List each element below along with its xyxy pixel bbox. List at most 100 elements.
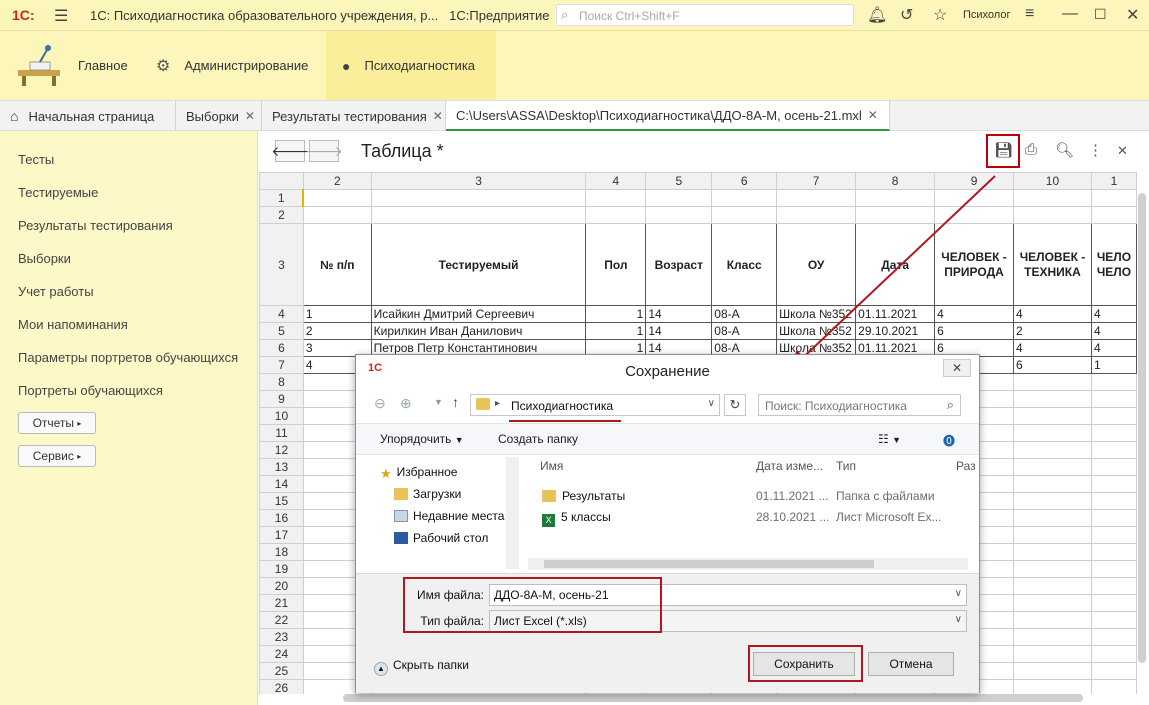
refresh-button[interactable]: ↻: [724, 394, 746, 416]
column-name[interactable]: Имя: [540, 459, 563, 473]
service-button[interactable]: Сервис ▸: [18, 445, 96, 467]
new-folder-button[interactable]: Создать папку: [498, 432, 578, 446]
bell-icon[interactable]: 🔔︎: [867, 5, 887, 25]
row-header[interactable]: 3: [259, 223, 304, 306]
print-icon[interactable]: ⎙: [1025, 141, 1037, 158]
cell[interactable]: 6: [1013, 356, 1092, 374]
forward-button[interactable]: 🡒: [305, 140, 343, 162]
sidebar-item-work-log[interactable]: Учет работы: [18, 284, 94, 299]
sidebar-item-portraits[interactable]: Портреты обучающихся: [18, 383, 163, 398]
cell[interactable]: 14: [645, 322, 713, 340]
header-cell[interactable]: ОУ: [776, 223, 857, 306]
section-psychodiagnostics[interactable]: ● Психодиагностика: [326, 31, 496, 100]
cell[interactable]: 1: [302, 305, 372, 323]
row-header[interactable]: 6: [259, 339, 304, 357]
tab-results[interactable]: Результаты тестирования ✕: [262, 101, 446, 131]
header-cell[interactable]: Возраст: [645, 223, 713, 306]
save-icon[interactable]: 💾︎: [994, 141, 1013, 159]
cell[interactable]: 08-А: [711, 305, 778, 323]
address-bar[interactable]: ▸ Психодиагностика ∨: [470, 394, 720, 416]
column-size[interactable]: Раз: [956, 459, 976, 473]
column-header[interactable]: 2: [302, 172, 372, 190]
user-name[interactable]: Психолог: [963, 9, 1010, 21]
print-preview-icon[interactable]: 🔍︎: [1055, 141, 1074, 159]
header-cell[interactable]: № п/п: [302, 223, 372, 306]
column-header[interactable]: 10: [1013, 172, 1092, 190]
tree-item-recent-places[interactable]: Недавние места: [394, 509, 504, 523]
history-icon[interactable]: ↺: [900, 5, 913, 25]
sidebar-item-reminders[interactable]: Мои напоминания: [18, 317, 128, 332]
back-button[interactable]: 🡐: [271, 140, 309, 162]
chevron-down-icon[interactable]: ∨: [708, 398, 715, 409]
header-cell[interactable]: ЧЕЛО ЧЕЛО: [1090, 223, 1137, 306]
column-header[interactable]: 7: [776, 172, 857, 190]
row-header[interactable]: 23: [259, 628, 304, 646]
more-actions-icon[interactable]: ⋮: [1088, 141, 1103, 159]
cell[interactable]: 4: [1090, 322, 1137, 340]
row-header[interactable]: 15: [259, 492, 304, 510]
header-cell[interactable]: Дата: [855, 223, 936, 306]
minimize-icon[interactable]: —: [1062, 5, 1078, 23]
hide-folders-button[interactable]: ▲ Скрыть папки: [374, 658, 469, 676]
cell[interactable]: 4: [1090, 305, 1137, 323]
cell[interactable]: 2: [1013, 322, 1092, 340]
up-folder-icon[interactable]: ↑: [452, 394, 459, 410]
dialog-close-button[interactable]: ✕: [943, 359, 971, 377]
sidebar-item-testees[interactable]: Тестируемые: [18, 185, 98, 200]
vertical-scrollbar[interactable]: [1138, 193, 1146, 663]
tree-item-favorites[interactable]: ★ Избранное: [380, 465, 457, 481]
close-tab-icon[interactable]: ✕: [433, 109, 443, 123]
column-header[interactable]: 8: [855, 172, 936, 190]
cell[interactable]: Исайкин Дмитрий Сергеевич: [370, 305, 587, 323]
sidebar-item-portrait-params[interactable]: Параметры портретов обучающихся: [18, 350, 238, 365]
star-icon[interactable]: ☆: [933, 5, 947, 25]
tree-item-desktop[interactable]: Рабочий стол: [394, 531, 488, 545]
column-type[interactable]: Тип: [836, 459, 856, 473]
tab-samples[interactable]: Выборки ✕: [176, 101, 262, 131]
header-cell[interactable]: Тестируемый: [370, 223, 587, 306]
back-arrow-icon[interactable]: ⊖: [374, 395, 386, 412]
cell[interactable]: 14: [645, 305, 713, 323]
row-header[interactable]: 5: [259, 322, 304, 340]
list-item[interactable]: Результаты: [542, 489, 625, 503]
cell[interactable]: 1: [585, 322, 647, 340]
header-cell[interactable]: Класс: [711, 223, 778, 306]
cell[interactable]: 08-А: [711, 322, 778, 340]
close-form-icon[interactable]: ✕: [1117, 143, 1128, 159]
row-header[interactable]: 10: [259, 407, 304, 425]
sidebar-item-tests[interactable]: Тесты: [18, 152, 54, 167]
row-header[interactable]: 8: [259, 373, 304, 391]
tab-mxl-file[interactable]: C:\Users\ASSA\Desktop\Психодиагностика\Д…: [446, 101, 890, 131]
header-cell[interactable]: ЧЕЛОВЕК - ПРИРОДА: [934, 223, 1015, 306]
row-header[interactable]: 7: [259, 356, 304, 374]
row-header[interactable]: 9: [259, 390, 304, 408]
horizontal-scrollbar[interactable]: [343, 694, 1083, 702]
reports-button[interactable]: Отчеты ▸: [18, 412, 96, 434]
sidebar-item-test-results[interactable]: Результаты тестирования: [18, 218, 173, 233]
cell[interactable]: 4: [934, 305, 1015, 323]
header-cell[interactable]: Пол: [585, 223, 647, 306]
cell[interactable]: 29.10.2021: [855, 322, 936, 340]
row-header[interactable]: 24: [259, 645, 304, 663]
view-options-icon[interactable]: ☷ ▼: [878, 432, 901, 446]
row-header[interactable]: 17: [259, 526, 304, 544]
main-menu-icon[interactable]: ☰: [54, 6, 68, 26]
close-tab-icon[interactable]: ✕: [868, 108, 878, 122]
sidebar-item-samples[interactable]: Выборки: [18, 251, 71, 266]
cell[interactable]: 6: [934, 322, 1015, 340]
folder-search-input[interactable]: Поиск: Психодиагностика ⌕: [758, 394, 961, 416]
row-header[interactable]: 20: [259, 577, 304, 595]
file-list-hscrollbar[interactable]: [528, 558, 968, 570]
tab-home[interactable]: ⌂ Начальная страница: [0, 101, 176, 131]
cell[interactable]: 4: [1090, 339, 1137, 357]
row-header[interactable]: 18: [259, 543, 304, 561]
global-search-input[interactable]: ⌕ Поиск Ctrl+Shift+F: [556, 4, 854, 26]
column-header[interactable]: 6: [711, 172, 778, 190]
organize-button[interactable]: Упорядочить ▼: [380, 432, 464, 446]
column-header[interactable]: 3: [370, 172, 587, 190]
column-header[interactable]: 9: [934, 172, 1015, 190]
cell[interactable]: 4: [1013, 305, 1092, 323]
section-admin[interactable]: ⚙ Администрирование: [156, 31, 326, 100]
column-date[interactable]: Дата изме...: [756, 459, 823, 473]
row-header[interactable]: 12: [259, 441, 304, 459]
